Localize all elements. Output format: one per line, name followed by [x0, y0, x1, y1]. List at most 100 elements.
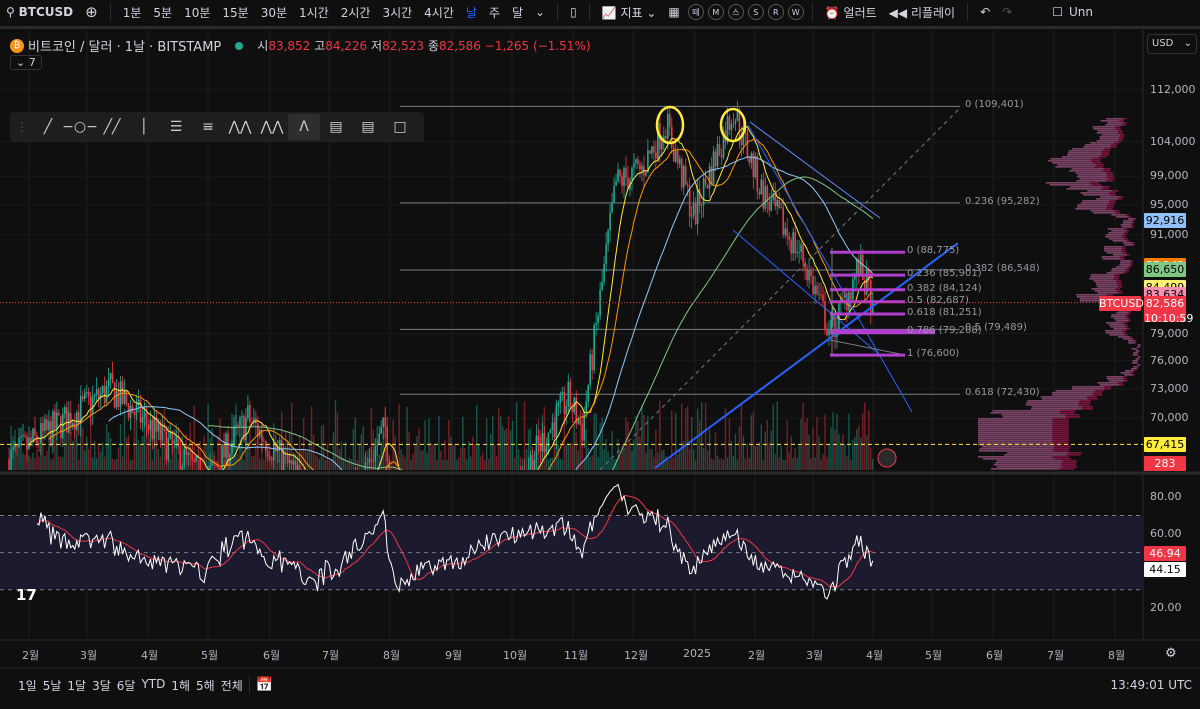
candle — [301, 472, 303, 493]
candle — [516, 501, 518, 505]
range-3[interactable]: 3달 — [92, 677, 111, 694]
range-8[interactable]: 전체 — [221, 677, 243, 694]
volume-bar — [688, 449, 691, 470]
volume-bar — [667, 459, 669, 470]
candle — [710, 166, 713, 184]
volume-bar — [101, 442, 104, 470]
candle — [506, 496, 508, 497]
volume-profile-down — [1112, 240, 1130, 242]
volume-profile-down — [1106, 272, 1127, 274]
channel-line — [747, 124, 913, 413]
candle — [85, 391, 88, 394]
volume-bar — [525, 449, 528, 470]
time-axis-label: 2월 — [22, 649, 40, 662]
volume-profile-down — [1133, 352, 1139, 354]
volume-profile-down — [1122, 338, 1134, 340]
volume-profile-down — [1057, 164, 1105, 166]
candle — [557, 402, 560, 407]
volume-profile-down — [1091, 288, 1120, 290]
fib-retracement-tool-icon[interactable]: ☰ — [160, 114, 192, 140]
pitchfork-tool-icon[interactable]: ▤ — [352, 114, 384, 140]
volume-bar — [708, 429, 711, 470]
volume-bar — [513, 458, 516, 470]
candle — [161, 424, 164, 441]
fib-extension-tool-icon[interactable]: ≡ — [192, 114, 224, 140]
volume-bar — [34, 458, 36, 470]
candle — [268, 456, 271, 459]
range-5[interactable]: YTD — [141, 677, 165, 694]
volume-bar — [607, 451, 609, 470]
volume-bar — [253, 456, 255, 470]
volume-profile-down — [982, 458, 1071, 460]
range-6[interactable]: 1해 — [171, 677, 190, 694]
volume-profile-down — [1076, 176, 1114, 178]
settings-icon[interactable]: ⚙ — [1165, 646, 1177, 661]
range-7[interactable]: 5해 — [196, 677, 215, 694]
candle — [233, 426, 235, 444]
candle — [52, 411, 54, 446]
range-1[interactable]: 5날 — [43, 677, 62, 694]
candle — [686, 184, 689, 187]
range-4[interactable]: 6달 — [117, 677, 136, 694]
clock[interactable]: 13:49:01 UTC — [1111, 678, 1193, 692]
volume-bar — [619, 455, 621, 470]
candle — [732, 123, 735, 125]
volume-bar — [828, 444, 830, 470]
volume-profile-down — [1120, 262, 1133, 264]
candle — [784, 228, 786, 235]
volume-profile-down — [1094, 290, 1122, 292]
indicators-collapse-button[interactable]: ⌄ 7 — [10, 55, 42, 70]
price-axis-label: 112,000 — [1150, 83, 1196, 96]
volume-bar — [774, 454, 776, 470]
volume-bar — [575, 432, 577, 470]
volume-profile-down — [1093, 128, 1121, 130]
candle — [181, 466, 184, 470]
volume-profile-down — [1052, 394, 1103, 396]
volume-bar — [482, 452, 484, 470]
volume-bar — [499, 416, 502, 470]
bitcoin-icon: ₿ — [10, 38, 24, 53]
candle — [754, 156, 757, 178]
calendar-icon[interactable]: 📅 — [256, 677, 273, 693]
parallel-channel-tool-icon[interactable]: ╱╱ — [96, 114, 128, 140]
vertical-line-tool-icon[interactable]: │ — [128, 114, 160, 140]
head-and-shoulders-tool-icon[interactable]: Λ — [288, 114, 320, 140]
volume-bar — [32, 452, 34, 470]
candle — [77, 412, 80, 424]
volume-bar — [318, 458, 321, 470]
candle — [820, 294, 822, 295]
candle — [838, 303, 840, 330]
candle — [682, 165, 685, 188]
time-axis-label: 8월 — [1108, 649, 1126, 662]
elliott-impulse-tool-icon[interactable]: ⋀⋀ — [224, 114, 256, 140]
volume-profile-down — [1104, 250, 1126, 252]
volume-bar — [60, 456, 62, 470]
volume-profile-down — [1137, 346, 1141, 348]
abcd-pattern-tool-icon[interactable]: ⋀⋀ — [256, 114, 288, 140]
fib-label: 0 (109,401) — [965, 99, 1024, 111]
candle — [585, 401, 587, 413]
volume-bar — [814, 456, 816, 470]
candle — [353, 482, 355, 513]
range-0[interactable]: 1일 — [18, 677, 37, 694]
candle — [157, 421, 160, 432]
volume-bar — [748, 457, 751, 470]
volume-bar — [137, 440, 140, 470]
candle — [276, 449, 279, 452]
fib-channel-tool-icon[interactable]: ▤ — [320, 114, 352, 140]
candle — [569, 381, 572, 408]
trend-line-tool-icon[interactable]: ╱ — [32, 114, 64, 140]
currency-select[interactable]: USD ⌄ — [1147, 34, 1197, 54]
candle — [103, 385, 106, 404]
candle — [231, 443, 233, 454]
volume-profile-down — [1106, 376, 1127, 378]
horizontal-ray-tool-icon[interactable]: −○− — [62, 114, 98, 140]
candle — [587, 384, 589, 402]
rectangle-tool-icon[interactable]: □ — [384, 114, 416, 140]
volume-bar — [515, 401, 518, 470]
range-2[interactable]: 1달 — [67, 677, 86, 694]
candle — [518, 478, 520, 502]
volume-bar — [844, 444, 846, 470]
drag-handle-icon[interactable]: ⋮ — [16, 120, 28, 134]
candle — [217, 465, 219, 468]
